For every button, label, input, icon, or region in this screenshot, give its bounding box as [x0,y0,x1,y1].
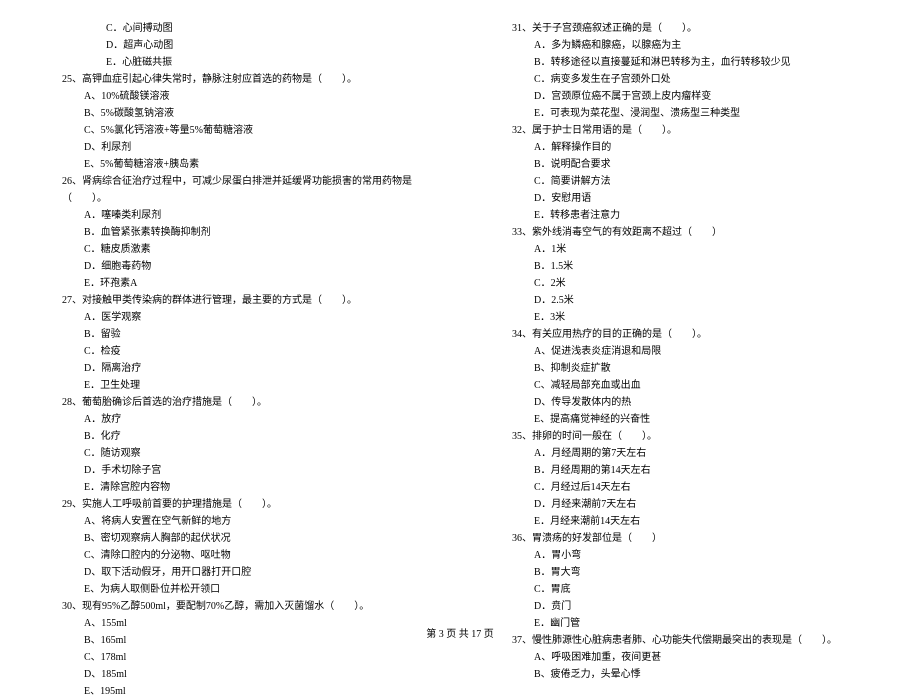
option-text: B．胃大弯 [480,564,890,581]
option-text: A．月经周期的第7天左右 [480,445,890,462]
option-text: E．清除宫腔内容物 [30,479,440,496]
option-text: B．转移途径以直接蔓延和淋巴转移为主，血行转移较少见 [480,54,890,71]
option-text: C、减轻局部充血或出血 [480,377,890,394]
option-text: B、疲倦乏力，头晕心悸 [480,666,890,683]
option-text: E．3米 [480,309,890,326]
question-30: 30、现有95%乙醇500ml，要配制70%乙醇，需加入灭菌馏水（ ）。 [30,598,440,615]
option-text: B、密切观察病人胸部的起伏状况 [30,530,440,547]
option-text: E．卫生处理 [30,377,440,394]
option-text: B、抑制炎症扩散 [480,360,890,377]
question-35: 35、排卵的时间一般在（ ）。 [480,428,890,445]
option-text: E．转移患者注意力 [480,207,890,224]
option-text: A．多为鳞癌和腺癌，以腺癌为主 [480,37,890,54]
question-28: 28、葡萄胎确诊后首选的治疗措施是（ ）。 [30,394,440,411]
option-text: D、185ml [30,666,440,683]
option-text: C、178ml [30,649,440,666]
question-27: 27、对接触甲类传染病的群体进行管理，最主要的方式是（ ）。 [30,292,440,309]
option-text: C．胃底 [480,581,890,598]
option-text: A、将病人安置在空气新鲜的地方 [30,513,440,530]
option-text: A、10%硫酸镁溶液 [30,88,440,105]
option-text: C．随访观察 [30,445,440,462]
option-text: C．检疫 [30,343,440,360]
option-text: E．可表现为菜花型、浸润型、溃疡型三种类型 [480,105,890,122]
left-column: C．心间搏动图 D．超声心动图 E．心脏磁共振 25、高钾血症引起心律失常时，静… [30,20,440,700]
option-text: D．2.5米 [480,292,890,309]
question-33: 33、紫外线消毒空气的有效距离不超过（ ） [480,224,890,241]
question-29: 29、实施人工呼吸前首要的护理措施是（ ）。 [30,496,440,513]
option-text: E、5%葡萄糖溶液+胰岛素 [30,156,440,173]
option-text: B、5%碳酸氢钠溶液 [30,105,440,122]
option-text: A．噻嗪类利尿剂 [30,207,440,224]
question-26: 26、肾病综合征治疗过程中，可减少尿蛋白排泄并延缓肾功能损害的常用药物是（ ）。 [30,173,440,207]
option-text: B．月经周期的第14天左右 [480,462,890,479]
option-text: E．环孢素A [30,275,440,292]
question-34: 34、有关应用热疗的目的正确的是（ ）。 [480,326,890,343]
option-text: B．化疗 [30,428,440,445]
option-text: A．胃小弯 [480,547,890,564]
option-text: D、传导发散体内的热 [480,394,890,411]
option-text: C．简要讲解方法 [480,173,890,190]
option-text: B．血管紧张素转换酶抑制剂 [30,224,440,241]
option-text: D．隔离治疗 [30,360,440,377]
question-31: 31、关于子宫颈癌叙述正确的是（ ）。 [480,20,890,37]
option-text: E、为病人取侧卧位并松开领口 [30,581,440,598]
option-text: E、195ml [30,683,440,700]
option-text: A、呼吸困难加重，夜间更甚 [480,649,890,666]
option-text: A．1米 [480,241,890,258]
option-text: D．手术切除子宫 [30,462,440,479]
option-text: C、清除口腔内的分泌物、呕吐物 [30,547,440,564]
option-text: D．贲门 [480,598,890,615]
option-text: E．月经来潮前14天左右 [480,513,890,530]
option-text: D．安慰用语 [480,190,890,207]
option-text: A．医学观察 [30,309,440,326]
question-36: 36、胃溃疡的好发部位是（ ） [480,530,890,547]
question-32: 32、属于护士日常用语的是（ ）。 [480,122,890,139]
option-text: C、5%氯化钙溶液+等量5%葡萄糖溶液 [30,122,440,139]
option-text: D．月经来潮前7天左右 [480,496,890,513]
option-text: A、促进浅表炎症消退和局限 [480,343,890,360]
option-text: A．解释操作目的 [480,139,890,156]
option-text: B．说明配合要求 [480,156,890,173]
option-text: D．细胞毒药物 [30,258,440,275]
option-text: C．心间搏动图 [30,20,440,37]
option-text: D、取下活动假牙，用开口器打开口腔 [30,564,440,581]
option-text: A．放疗 [30,411,440,428]
option-text: B．1.5米 [480,258,890,275]
option-text: C．病变多发生在子宫颈外口处 [480,71,890,88]
option-text: C．月经过后14天左右 [480,479,890,496]
option-text: C．糖皮质激素 [30,241,440,258]
option-text: E．心脏磁共振 [30,54,440,71]
option-text: B．留验 [30,326,440,343]
option-text: E、提高痛觉神经的兴奋性 [480,411,890,428]
option-text: D．超声心动图 [30,37,440,54]
page-footer: 第 3 页 共 17 页 [0,625,920,640]
content-columns: C．心间搏动图 D．超声心动图 E．心脏磁共振 25、高钾血症引起心律失常时，静… [30,20,890,700]
option-text: D．宫颈原位癌不属于宫颈上皮内瘤样变 [480,88,890,105]
right-column: 31、关于子宫颈癌叙述正确的是（ ）。 A．多为鳞癌和腺癌，以腺癌为主 B．转移… [480,20,890,700]
option-text: D、利尿剂 [30,139,440,156]
option-text: C．2米 [480,275,890,292]
question-25: 25、高钾血症引起心律失常时，静脉注射应首选的药物是（ ）。 [30,71,440,88]
